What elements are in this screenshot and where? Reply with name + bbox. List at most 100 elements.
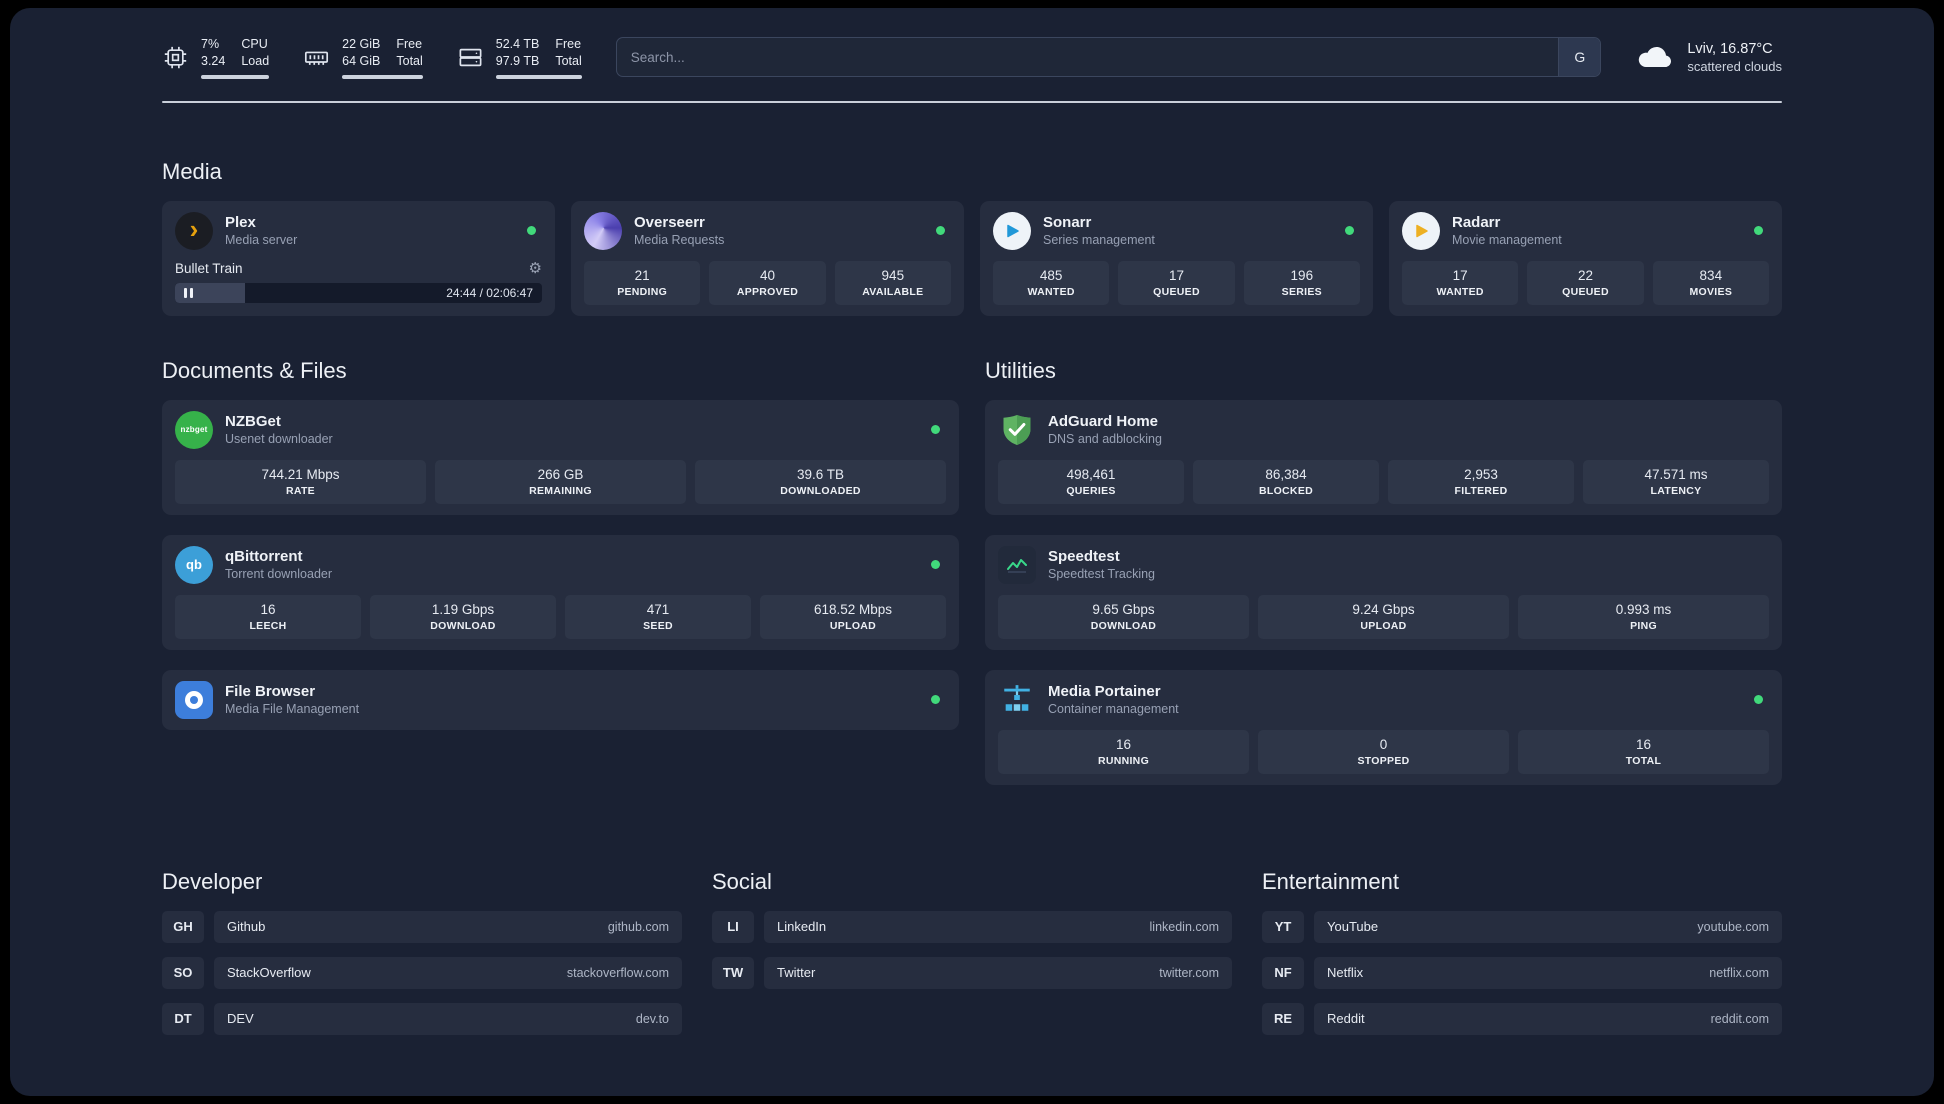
stat-label: QUERIES xyxy=(1066,484,1116,497)
qbittorrent-icon: qb xyxy=(175,545,213,584)
stat-tile: 16 RUNNING xyxy=(998,729,1249,774)
app-card-portainer[interactable]: Media Portainer Container management 16 … xyxy=(985,669,1782,785)
app-card-qbittorrent[interactable]: qb qBittorrent Torrent downloader 16 LEE… xyxy=(162,534,959,650)
cpu-widget: 7% 3.24 CPU Load xyxy=(162,36,270,79)
playback-time: 24:44 / 02:06:47 xyxy=(446,285,533,300)
bookmark-abbr: SO xyxy=(162,956,204,989)
bookmark-stackoverflow[interactable]: SO StackOverflow stackoverflow.com xyxy=(162,956,682,989)
weather-widget[interactable]: Lviv, 16.87°C scattered clouds xyxy=(1635,37,1782,77)
stat-value: 834 xyxy=(1699,267,1723,283)
app-subtitle: Media File Management xyxy=(225,702,360,717)
playback-progress-bar[interactable]: 24:44 / 02:06:47 xyxy=(175,282,542,303)
now-playing-title: Bullet Train xyxy=(175,260,243,276)
app-subtitle: Movie management xyxy=(1452,233,1562,248)
stat-value: 485 xyxy=(1039,267,1063,283)
bookmark-netflix[interactable]: NF Netflix netflix.com xyxy=(1262,956,1782,989)
stat-tile: 40 APPROVED xyxy=(709,260,826,305)
app-card-radarr[interactable]: Radarr Movie management 17 WANTED 22 QUE… xyxy=(1389,200,1782,316)
stat-value: 498,461 xyxy=(1066,466,1116,482)
stat-value: 196 xyxy=(1290,267,1314,283)
cpu-label-top: CPU xyxy=(241,37,268,51)
weather-condition: scattered clouds xyxy=(1687,58,1782,74)
bookmark-name: Reddit xyxy=(1327,1011,1365,1027)
stat-value: 471 xyxy=(646,601,670,617)
stat-tile: 9.65 Gbps DOWNLOAD xyxy=(998,594,1249,639)
app-card-filebrowser[interactable]: File Browser Media File Management xyxy=(162,669,959,730)
weather-location: Lviv, 16.87°C xyxy=(1687,40,1773,57)
bookmark-url: linkedin.com xyxy=(1149,919,1219,934)
search-input[interactable] xyxy=(616,38,1559,77)
section-title-documents: Documents & Files xyxy=(162,357,347,383)
bookmark-reddit[interactable]: RE Reddit reddit.com xyxy=(1262,1002,1782,1035)
bookmark-youtube[interactable]: YT YouTube youtube.com xyxy=(1262,910,1782,943)
app-card-nzbget[interactable]: nzbget NZBGet Usenet downloader 744.21 M… xyxy=(162,399,959,515)
status-indicator xyxy=(1345,226,1354,236)
bookmark-url: dev.to xyxy=(635,1011,669,1026)
app-name: File Browser xyxy=(225,683,316,701)
section-title-social: Social xyxy=(712,868,772,894)
bookmark-github[interactable]: GH Github github.com xyxy=(162,910,682,943)
stat-tile: 86,384 BLOCKED xyxy=(1193,459,1379,504)
bookmark-linkedin[interactable]: LI LinkedIn linkedin.com xyxy=(712,910,1232,943)
stat-value: 16 xyxy=(1635,736,1652,752)
stat-value: 22 xyxy=(1577,267,1593,283)
app-card-speedtest[interactable]: Speedtest Speedtest Tracking 9.65 Gbps D… xyxy=(985,534,1782,650)
bookmark-name: Twitter xyxy=(777,965,816,981)
bookmark-url: netflix.com xyxy=(1709,965,1769,980)
stat-tile: 17 QUEUED xyxy=(1118,260,1235,305)
cpu-icon xyxy=(162,44,189,71)
stat-value: 16 xyxy=(1115,736,1132,752)
app-card-adguard[interactable]: AdGuard Home DNS and adblocking 498,461 … xyxy=(985,399,1782,515)
stat-value: 16 xyxy=(260,601,276,617)
overseerr-icon xyxy=(584,211,622,250)
settings-gear-icon[interactable]: ⚙ xyxy=(529,261,542,276)
app-subtitle: Media server xyxy=(225,233,298,248)
search-provider-button[interactable]: G xyxy=(1558,38,1601,77)
disk-label-bottom: Total xyxy=(555,53,582,68)
stat-value: 9.24 Gbps xyxy=(1352,601,1415,617)
stat-value: 1.19 Gbps xyxy=(431,601,495,617)
app-name: Overseerr xyxy=(634,214,705,232)
stat-value: 39.6 TB xyxy=(796,466,845,482)
bookmark-name: DEV xyxy=(227,1011,254,1027)
radarr-icon xyxy=(1402,211,1440,250)
stat-value: 9.65 Gbps xyxy=(1092,601,1155,617)
app-subtitle: Usenet downloader xyxy=(225,432,333,447)
bookmark-abbr: LI xyxy=(712,910,754,943)
app-card-sonarr[interactable]: Sonarr Series management 485 WANTED 17 Q… xyxy=(980,200,1373,316)
stat-value: 266 GB xyxy=(537,466,584,482)
app-name: Plex xyxy=(225,214,256,232)
dashboard: 7% 3.24 CPU Load 22 GiB 64 GiB Free Tota… xyxy=(10,8,1934,1096)
stat-label: UPLOAD xyxy=(1360,619,1407,632)
bookmark-dev[interactable]: DT DEV dev.to xyxy=(162,1002,682,1035)
stat-label: RATE xyxy=(285,484,315,497)
stat-value: 2,953 xyxy=(1464,466,1498,482)
stat-tile: 39.6 TB DOWNLOADED xyxy=(695,459,946,504)
stat-label: UPLOAD xyxy=(829,619,877,632)
stat-label: SERIES xyxy=(1281,285,1322,298)
section-title-media: Media xyxy=(162,158,222,184)
status-indicator xyxy=(1754,226,1763,236)
stat-value: 47.571 ms xyxy=(1644,466,1708,482)
bookmark-url: github.com xyxy=(607,919,669,934)
stat-tile: 618.52 Mbps UPLOAD xyxy=(760,594,946,639)
app-subtitle: Container management xyxy=(1048,702,1179,717)
app-subtitle: Series management xyxy=(1043,233,1155,248)
app-name: qBittorrent xyxy=(225,548,303,566)
stat-value: 945 xyxy=(881,267,905,283)
stat-tile: 498,461 QUERIES xyxy=(998,459,1184,504)
app-card-plex[interactable]: › Plex Media server Bullet Train ⚙ 24:44… xyxy=(162,200,555,316)
stat-label: QUEUED xyxy=(1562,285,1609,298)
section-title-entertainment: Entertainment xyxy=(1262,868,1399,894)
nzbget-icon: nzbget xyxy=(175,410,213,449)
bookmark-url: youtube.com xyxy=(1697,919,1769,934)
bookmark-url: stackoverflow.com xyxy=(566,965,669,980)
app-card-overseerr[interactable]: Overseerr Media Requests 21 PENDING 40 A… xyxy=(571,200,964,316)
stat-label: TOTAL xyxy=(1625,754,1662,767)
bookmark-name: Netflix xyxy=(1327,965,1364,981)
stat-tile: 9.24 Gbps UPLOAD xyxy=(1258,594,1509,639)
bookmark-twitter[interactable]: TW Twitter twitter.com xyxy=(712,956,1232,989)
stat-label: WANTED xyxy=(1027,285,1075,298)
pause-icon[interactable] xyxy=(184,287,193,298)
stat-tile: 47.571 ms LATENCY xyxy=(1583,459,1769,504)
